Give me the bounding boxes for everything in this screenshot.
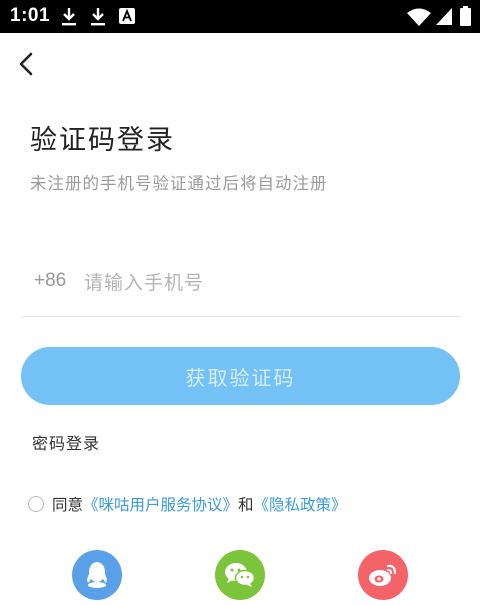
- page-title: 验证码登录: [30, 125, 175, 156]
- wechat-login-button[interactable]: [215, 550, 265, 600]
- status-time: 1:01: [10, 5, 51, 26]
- chevron-left-icon: [19, 52, 33, 76]
- qq-login-button[interactable]: [72, 550, 122, 600]
- and-text: 和: [238, 496, 254, 514]
- keyboard-a-icon: [119, 8, 135, 24]
- weibo-login-button[interactable]: [358, 550, 408, 600]
- agreement-row: 同意 《咪咕用户服务协议》 和 《隐私政策》: [28, 492, 347, 516]
- download-icon: [62, 8, 76, 26]
- phone-input-row: +86: [21, 258, 460, 317]
- battery-icon: [460, 6, 471, 26]
- password-login-link[interactable]: 密码登录: [32, 430, 100, 454]
- privacy-policy-link[interactable]: 《隐私政策》: [254, 493, 347, 515]
- user-agreement-link[interactable]: 《咪咕用户服务协议》: [83, 493, 238, 515]
- country-code-prefix[interactable]: +86: [34, 270, 66, 292]
- download-icon: [91, 8, 105, 26]
- phone-input[interactable]: [84, 264, 444, 302]
- status-bar: 1:01: [0, 0, 480, 33]
- weibo-icon: [369, 564, 397, 586]
- back-button[interactable]: [14, 50, 42, 78]
- qq-icon: [87, 562, 107, 588]
- agreement-checkbox[interactable]: [28, 496, 44, 512]
- agree-text: 同意: [52, 496, 84, 514]
- wifi-icon: [407, 8, 431, 26]
- signal-icon: [436, 8, 452, 25]
- page-subtitle: 未注册的手机号验证通过后将自动注册: [30, 174, 328, 193]
- get-code-button[interactable]: 获取验证码: [21, 347, 460, 405]
- wechat-icon: [225, 563, 256, 587]
